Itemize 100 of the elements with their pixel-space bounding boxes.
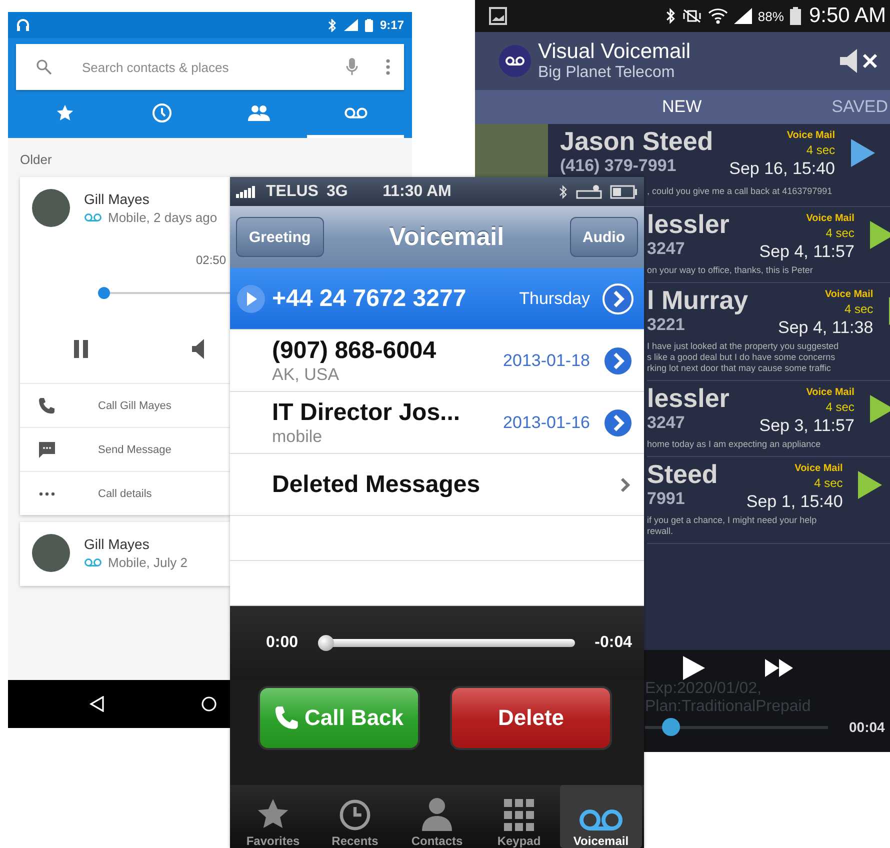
caller-name: Jason Steed <box>560 126 710 156</box>
voicemail-row[interactable]: l Murray 3221 Voice Mail 4 sec Sep 4, 11:38 I have just looked at the property you suggested s like a good deal but I do have some concerns rking lot next door that may cause some traffic <box>647 283 890 381</box>
tab[interactable]: Voicemail <box>560 785 642 848</box>
lock-icon <box>576 184 602 198</box>
people-icon <box>248 104 270 120</box>
section-header: Older <box>20 151 53 169</box>
play-icon[interactable] <box>868 220 890 250</box>
voicemail-icon <box>344 106 368 118</box>
message-date: 2013-01-18 <box>503 350 590 370</box>
transcript-text: s like a good deal but I do have some concerns <box>647 352 836 363</box>
fast-forward-icon[interactable] <box>765 659 793 677</box>
transcript-text: , could you give me a call back at 4163797991 <box>647 186 834 196</box>
transcript-text: rking lot next door that may cause some traffic <box>647 363 832 374</box>
message-length: 4 sec <box>805 143 835 157</box>
seek-slider[interactable] <box>645 718 828 736</box>
message-date: Sep 4, 11:57 <box>758 242 854 262</box>
deleted-messages-label: Deleted Messages <box>272 470 482 498</box>
caller-number: 3221 <box>647 315 686 335</box>
caller-detail: mobile <box>272 426 324 446</box>
remaining-time: -0:04 <box>594 634 632 652</box>
transcript-text: rewall. <box>647 526 674 537</box>
search-field[interactable]: Search contacts & places <box>80 58 332 76</box>
battery-icon <box>364 18 373 32</box>
action-item[interactable]: Send Message <box>20 427 230 471</box>
battery-icon <box>790 7 801 25</box>
greeting-button[interactable]: Greeting <box>236 217 324 257</box>
network-type: 3G <box>326 182 348 200</box>
avatar <box>32 534 70 572</box>
speaker-muted-icon[interactable] <box>840 49 880 73</box>
delete-button[interactable]: Delete <box>450 686 612 750</box>
caller-detail: AK, USA <box>272 364 340 384</box>
headphones-icon <box>16 18 30 32</box>
back-icon[interactable] <box>89 696 105 712</box>
voicemail-row[interactable]: (907) 868-6004 AK, USA 2013-01-18 <box>230 330 644 392</box>
duration: 02:50 <box>194 253 226 267</box>
audio-button[interactable]: Audio <box>570 217 638 257</box>
voicemail-row[interactable]: +44 24 7672 3277 Thursday <box>230 268 644 330</box>
caller-name: Steed <box>647 459 718 489</box>
caller-number: (416) 379-7991 <box>560 156 678 176</box>
pause-icon[interactable] <box>74 340 88 358</box>
more-options-icon[interactable] <box>386 59 390 75</box>
message-length: 4 sec <box>824 226 854 240</box>
play-icon[interactable] <box>857 470 884 500</box>
status-time: 9:17 <box>380 18 404 32</box>
message-type: Voice Mail <box>794 463 843 474</box>
tab[interactable]: Contacts <box>396 785 478 848</box>
voicemail-row[interactable]: IT Director Jos... mobile 2013-01-16 <box>230 392 644 454</box>
tab[interactable]: Favorites <box>232 785 314 848</box>
carrier-name: TELUS <box>266 182 318 200</box>
bluetooth-icon <box>328 18 337 32</box>
avatar <box>32 189 70 227</box>
message-date: Sep 16, 15:40 <box>728 159 835 179</box>
play-icon[interactable] <box>683 656 705 680</box>
star-icon <box>256 799 290 831</box>
message-type: Voice Mail <box>786 130 835 141</box>
message-length: 4 sec <box>813 476 843 490</box>
chevron-circle-icon[interactable] <box>602 282 634 314</box>
seek-slider[interactable] <box>318 635 575 651</box>
person-icon <box>422 797 452 831</box>
play-icon[interactable] <box>868 394 890 424</box>
bluetooth-icon <box>666 8 676 24</box>
deleted-messages-row[interactable]: Deleted Messages <box>230 454 644 516</box>
voicemail-card[interactable]: Gill Mayes Mobile, July 2 <box>20 522 230 586</box>
speaker-icon[interactable] <box>192 339 204 359</box>
home-icon[interactable] <box>201 696 217 712</box>
transcript-text: home today as I am expecting an appliance <box>647 439 822 450</box>
call-detail: Mobile, 2 days ago <box>108 210 218 225</box>
signal-icon <box>344 19 358 31</box>
caller-number: 3247 <box>647 239 686 259</box>
message-icon <box>36 440 58 458</box>
chevron-circle-icon[interactable] <box>602 406 634 438</box>
voicemail-logo-icon <box>498 44 532 78</box>
clock-icon <box>152 102 172 122</box>
voicemail-row[interactable]: lessler 3247 Voice Mail 4 sec Sep 4, 11:57 on your way to office, thanks, this is Peter <box>647 207 890 283</box>
message-length: 4 sec <box>843 302 874 316</box>
screen-title: Voicemail <box>389 222 504 252</box>
message-date: Thursday <box>519 288 590 308</box>
message-type: Voice Mail <box>805 387 854 398</box>
tab[interactable]: SAVED <box>832 97 888 117</box>
tab[interactable]: Recents <box>314 785 396 848</box>
voicemail-row[interactable]: lessler 3247 Voice Mail 4 sec Sep 3, 11:57 home today as I am expecting an appliance <box>647 381 890 457</box>
chevron-circle-icon[interactable] <box>602 344 634 376</box>
tab[interactable]: NEW <box>662 97 702 117</box>
voicemail-row[interactable]: Steed 7991 Voice Mail 4 sec Sep 1, 15:40 if you get a chance, I might need your help rewall. <box>647 457 890 544</box>
seek-slider[interactable] <box>100 287 230 299</box>
battery-icon <box>610 184 638 198</box>
message-length: 4 sec <box>824 400 854 414</box>
voicemail-card[interactable]: Gill Mayes Mobile, 2 days ago 02:50 Call Gill Mayes Send Message Call details <box>20 177 230 515</box>
voicemail-icon <box>84 213 102 222</box>
tab[interactable]: Keypad <box>478 785 560 848</box>
caller-name: l Murray <box>647 285 748 315</box>
action-label: Call details <box>98 488 152 500</box>
call-detail: Mobile, July 2 <box>108 555 188 570</box>
vibrate-mute-icon <box>682 8 702 24</box>
status-time: 9:50 AM <box>808 4 886 28</box>
caller-number: 3247 <box>647 413 686 433</box>
image-icon <box>489 7 507 25</box>
action-label: Send Message <box>98 444 172 456</box>
microphone-icon[interactable] <box>346 58 358 76</box>
search-icon <box>36 59 52 75</box>
